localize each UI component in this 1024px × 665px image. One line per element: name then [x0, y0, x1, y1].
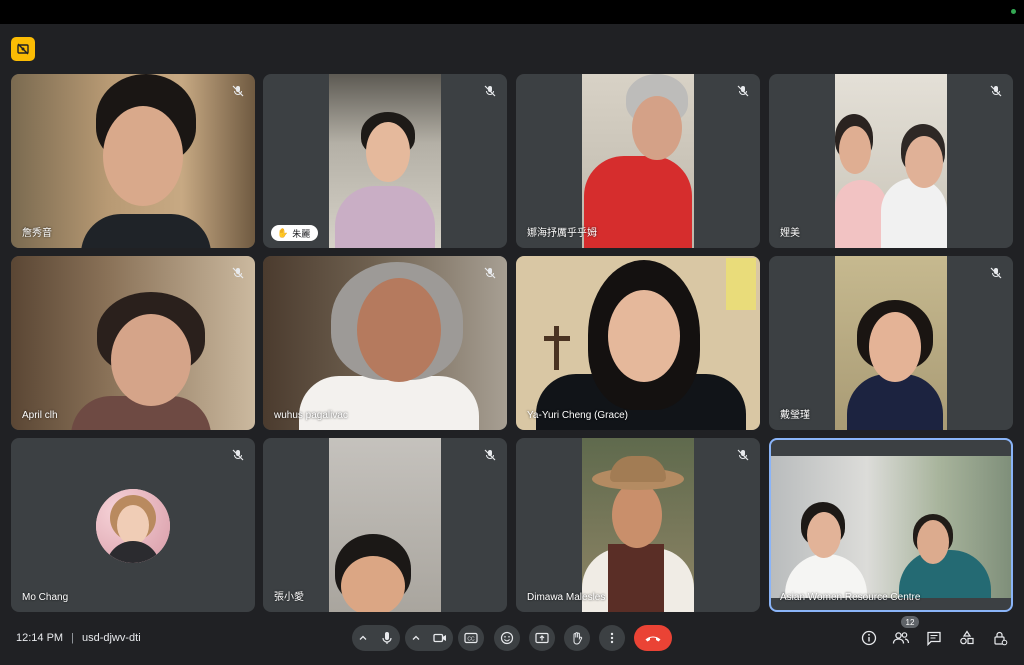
- recording-off-icon[interactable]: [11, 37, 35, 61]
- participant-tile[interactable]: wuhus pagalivac: [263, 256, 507, 430]
- avatar: [96, 489, 170, 563]
- mic-control[interactable]: [352, 625, 400, 651]
- video-feed: [835, 256, 947, 430]
- mic-off-icon: [229, 82, 247, 100]
- video-feed: [771, 456, 1011, 598]
- participant-tile[interactable]: 戴瑩瑾: [769, 256, 1013, 430]
- participant-tile-active-speaker[interactable]: Asian Women Resource Centre: [769, 438, 1013, 612]
- mic-off-icon: [481, 446, 499, 464]
- participant-tile[interactable]: Mo Chang: [11, 438, 255, 612]
- mic-off-icon: [987, 82, 1005, 100]
- control-bar: 12:14 PM | usd-djwv-dti CC 12: [0, 612, 1024, 665]
- mic-off-icon: [734, 446, 752, 464]
- mic-off-icon: [987, 264, 1005, 282]
- participant-name: Asian Women Resource Centre: [780, 592, 921, 603]
- participant-name: Ya-Yuri Cheng (Grace): [527, 410, 628, 421]
- participant-name: 娜海抒厲乎乎姆: [527, 228, 597, 239]
- camera-control[interactable]: [405, 625, 453, 651]
- participant-name: 娌美: [780, 228, 800, 239]
- participant-tile[interactable]: 詹秀音: [11, 74, 255, 248]
- activities-icon[interactable]: [957, 628, 977, 648]
- participant-tile[interactable]: 娌美: [769, 74, 1013, 248]
- raised-hand-chip: ✋ 朱麗: [271, 225, 319, 241]
- svg-text:CC: CC: [467, 637, 475, 643]
- participant-name: 詹秀音: [22, 228, 52, 239]
- wall-cross: [554, 326, 559, 370]
- participant-name: wuhus pagalivac: [274, 410, 348, 421]
- meeting-info: 12:14 PM | usd-djwv-dti: [16, 632, 141, 644]
- present-screen-icon[interactable]: [529, 625, 555, 651]
- camera-active-indicator: [1011, 9, 1016, 14]
- video-feed: [516, 256, 760, 430]
- mic-icon[interactable]: [380, 631, 394, 645]
- participant-tile[interactable]: ✋ 朱麗: [263, 74, 507, 248]
- participant-name: 朱麗: [292, 228, 311, 239]
- video-feed: [835, 74, 947, 248]
- participant-name: 戴瑩瑾: [780, 410, 810, 421]
- top-bar: [0, 0, 1024, 24]
- video-feed: [329, 74, 441, 248]
- mic-off-icon: [734, 82, 752, 100]
- end-call-icon[interactable]: [634, 625, 672, 651]
- video-feed: [11, 256, 255, 430]
- participant-tile[interactable]: April clh: [11, 256, 255, 430]
- mic-off-icon: [229, 446, 247, 464]
- video-feed: [11, 74, 255, 248]
- participant-tile[interactable]: 張小愛: [263, 438, 507, 612]
- participant-name: Mo Chang: [22, 592, 69, 603]
- meeting-code: usd-djwv-dti: [81, 632, 141, 644]
- participant-name: 張小愛: [274, 592, 304, 603]
- participant-tile[interactable]: 娜海抒厲乎乎姆: [516, 74, 760, 248]
- chevron-up-icon[interactable]: [358, 633, 368, 643]
- mic-off-icon: [481, 264, 499, 282]
- participant-name: Dimawa Malesles: [527, 592, 606, 603]
- camera-icon[interactable]: [433, 631, 447, 645]
- clock-time: 12:14 PM: [16, 632, 64, 644]
- participant-tile[interactable]: Dimawa Malesles: [516, 438, 760, 612]
- more-vert-icon[interactable]: [599, 625, 625, 651]
- chat-icon[interactable]: [924, 628, 944, 648]
- emoji-icon[interactable]: [494, 625, 520, 651]
- video-feed: [582, 438, 694, 612]
- participant-count-badge: 12: [901, 616, 919, 628]
- participant-name: April clh: [22, 410, 58, 421]
- video-feed: [263, 256, 507, 430]
- video-feed: [582, 74, 694, 248]
- people-icon[interactable]: [891, 628, 911, 648]
- info-icon[interactable]: [859, 628, 879, 648]
- raise-hand-icon: ✋: [277, 227, 289, 238]
- captions-icon[interactable]: CC: [458, 625, 484, 651]
- host-controls-icon[interactable]: [990, 628, 1010, 648]
- chevron-up-icon[interactable]: [411, 633, 421, 643]
- separator: |: [71, 632, 74, 644]
- raise-hand-icon[interactable]: [564, 625, 590, 651]
- mic-off-icon: [481, 82, 499, 100]
- video-feed: [329, 438, 441, 612]
- wall-scroll: [726, 258, 756, 310]
- mic-off-icon: [229, 264, 247, 282]
- participant-tile[interactable]: Ya-Yuri Cheng (Grace): [516, 256, 760, 430]
